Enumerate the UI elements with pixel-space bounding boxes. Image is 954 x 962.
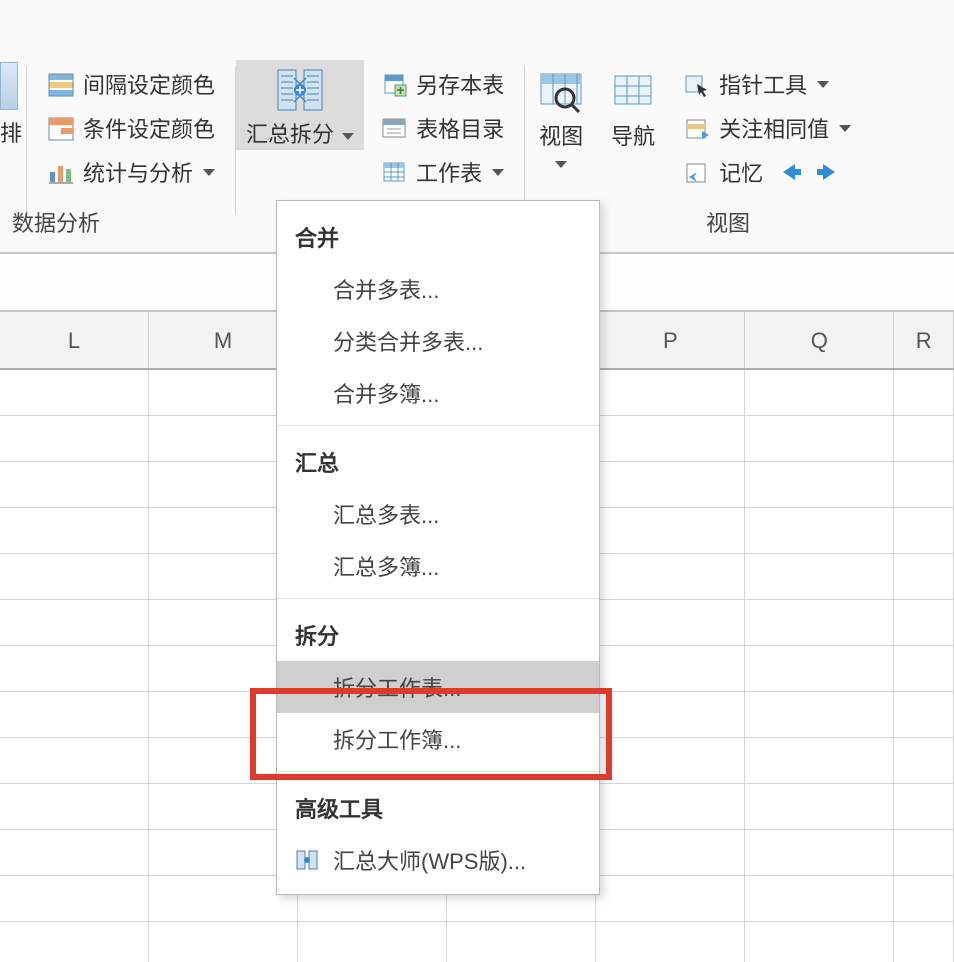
condition-color-button[interactable]: 条件设定颜色	[41, 106, 221, 150]
navigate-button[interactable]: 导航	[597, 62, 669, 152]
ribbon-button-left-partial[interactable]: 排	[0, 62, 26, 148]
stats-analysis-button[interactable]: 统计与分析	[41, 150, 221, 194]
pointer-tool-button[interactable]: 指针工具	[677, 62, 857, 106]
worksheet-label: 工作表	[416, 156, 482, 188]
memory-label: 记忆	[719, 156, 763, 188]
menu-item-summary-tables[interactable]: 汇总多表...	[277, 488, 599, 540]
memory-button[interactable]: 记忆	[683, 156, 763, 188]
col-header-Q[interactable]: Q	[745, 312, 894, 368]
menu-section-merge: 合并	[277, 201, 599, 263]
view-button[interactable]: 视图	[525, 62, 597, 179]
summary-split-icon	[274, 64, 326, 116]
stats-analysis-icon	[47, 158, 75, 186]
worksheet-button[interactable]: 工作表	[374, 150, 510, 194]
memory-icon	[683, 158, 711, 186]
arrow-right-button[interactable]	[811, 158, 843, 186]
col-header-L[interactable]: L	[0, 312, 149, 368]
group-label-data-analysis: 数据分析	[12, 206, 100, 238]
arrow-left-button[interactable]	[775, 158, 807, 186]
focus-same-label: 关注相同值	[719, 112, 829, 144]
view-icon	[535, 66, 587, 118]
pointer-tool-icon	[683, 70, 711, 98]
col-header-P[interactable]: P	[596, 312, 745, 368]
memory-row: 记忆	[677, 150, 857, 194]
menu-item-summary-books[interactable]: 汇总多簿...	[277, 540, 599, 592]
save-as-table-label: 另存本表	[416, 68, 504, 100]
chevron-down-icon	[817, 81, 829, 88]
chevron-down-icon	[203, 169, 215, 176]
condition-color-icon	[47, 114, 75, 142]
menu-item-split-worksheet[interactable]: 拆分工作表...	[277, 661, 599, 713]
chevron-down-icon	[342, 133, 354, 140]
summary-master-icon	[295, 848, 323, 872]
navigate-icon	[607, 66, 659, 118]
sort-icon	[0, 62, 18, 110]
chevron-down-icon	[492, 169, 504, 176]
stats-analysis-label: 统计与分析	[83, 156, 193, 188]
group-data-analysis: 间隔设定颜色 条件设定颜色 统计与分析	[27, 62, 235, 194]
menu-item-split-workbook[interactable]: 拆分工作簿...	[277, 713, 599, 765]
chevron-down-icon	[839, 125, 851, 132]
menu-item-merge-tables[interactable]: 合并多表...	[277, 263, 599, 315]
table-directory-button[interactable]: 表格目录	[374, 106, 510, 150]
menu-section-advanced: 高级工具	[277, 772, 599, 834]
left-partial-label: 排	[0, 116, 22, 148]
menu-section-split: 拆分	[277, 599, 599, 661]
summary-split-label: 汇总拆分	[246, 122, 354, 148]
group-table-ops: 另存本表 表格目录 工作表	[364, 62, 524, 194]
focus-same-icon	[683, 114, 711, 142]
menu-item-merge-books[interactable]: 合并多簿...	[277, 367, 599, 419]
group-view-small: 指针工具 关注相同值 记忆	[669, 62, 871, 194]
chevron-down-icon	[555, 161, 567, 168]
menu-section-summary: 汇总	[277, 426, 599, 488]
menu-item-master-wps[interactable]: 汇总大师(WPS版)...	[277, 834, 599, 886]
navigate-label: 导航	[611, 124, 655, 150]
interval-color-label: 间隔设定颜色	[83, 68, 215, 100]
ribbon-body: 排 间隔设定颜色 条件设定颜色	[0, 0, 954, 200]
condition-color-label: 条件设定颜色	[83, 112, 215, 144]
summary-split-button[interactable]: 汇总拆分	[236, 60, 364, 150]
group-label-view: 视图	[706, 206, 750, 238]
summary-split-menu: 合并 合并多表... 分类合并多表... 合并多簿... 汇总 汇总多表... …	[276, 200, 600, 895]
table-directory-icon	[380, 114, 408, 142]
focus-same-button[interactable]: 关注相同值	[677, 106, 857, 150]
save-as-table-button[interactable]: 另存本表	[374, 62, 510, 106]
view-label: 视图	[539, 124, 583, 177]
worksheet-icon	[380, 158, 408, 186]
save-as-table-icon	[380, 70, 408, 98]
interval-color-icon	[47, 70, 75, 98]
col-header-R[interactable]: R	[894, 312, 954, 368]
table-directory-label: 表格目录	[416, 112, 504, 144]
table-row[interactable]	[0, 922, 954, 962]
pointer-tool-label: 指针工具	[719, 68, 807, 100]
menu-item-merge-by-category[interactable]: 分类合并多表...	[277, 315, 599, 367]
interval-color-button[interactable]: 间隔设定颜色	[41, 62, 221, 106]
